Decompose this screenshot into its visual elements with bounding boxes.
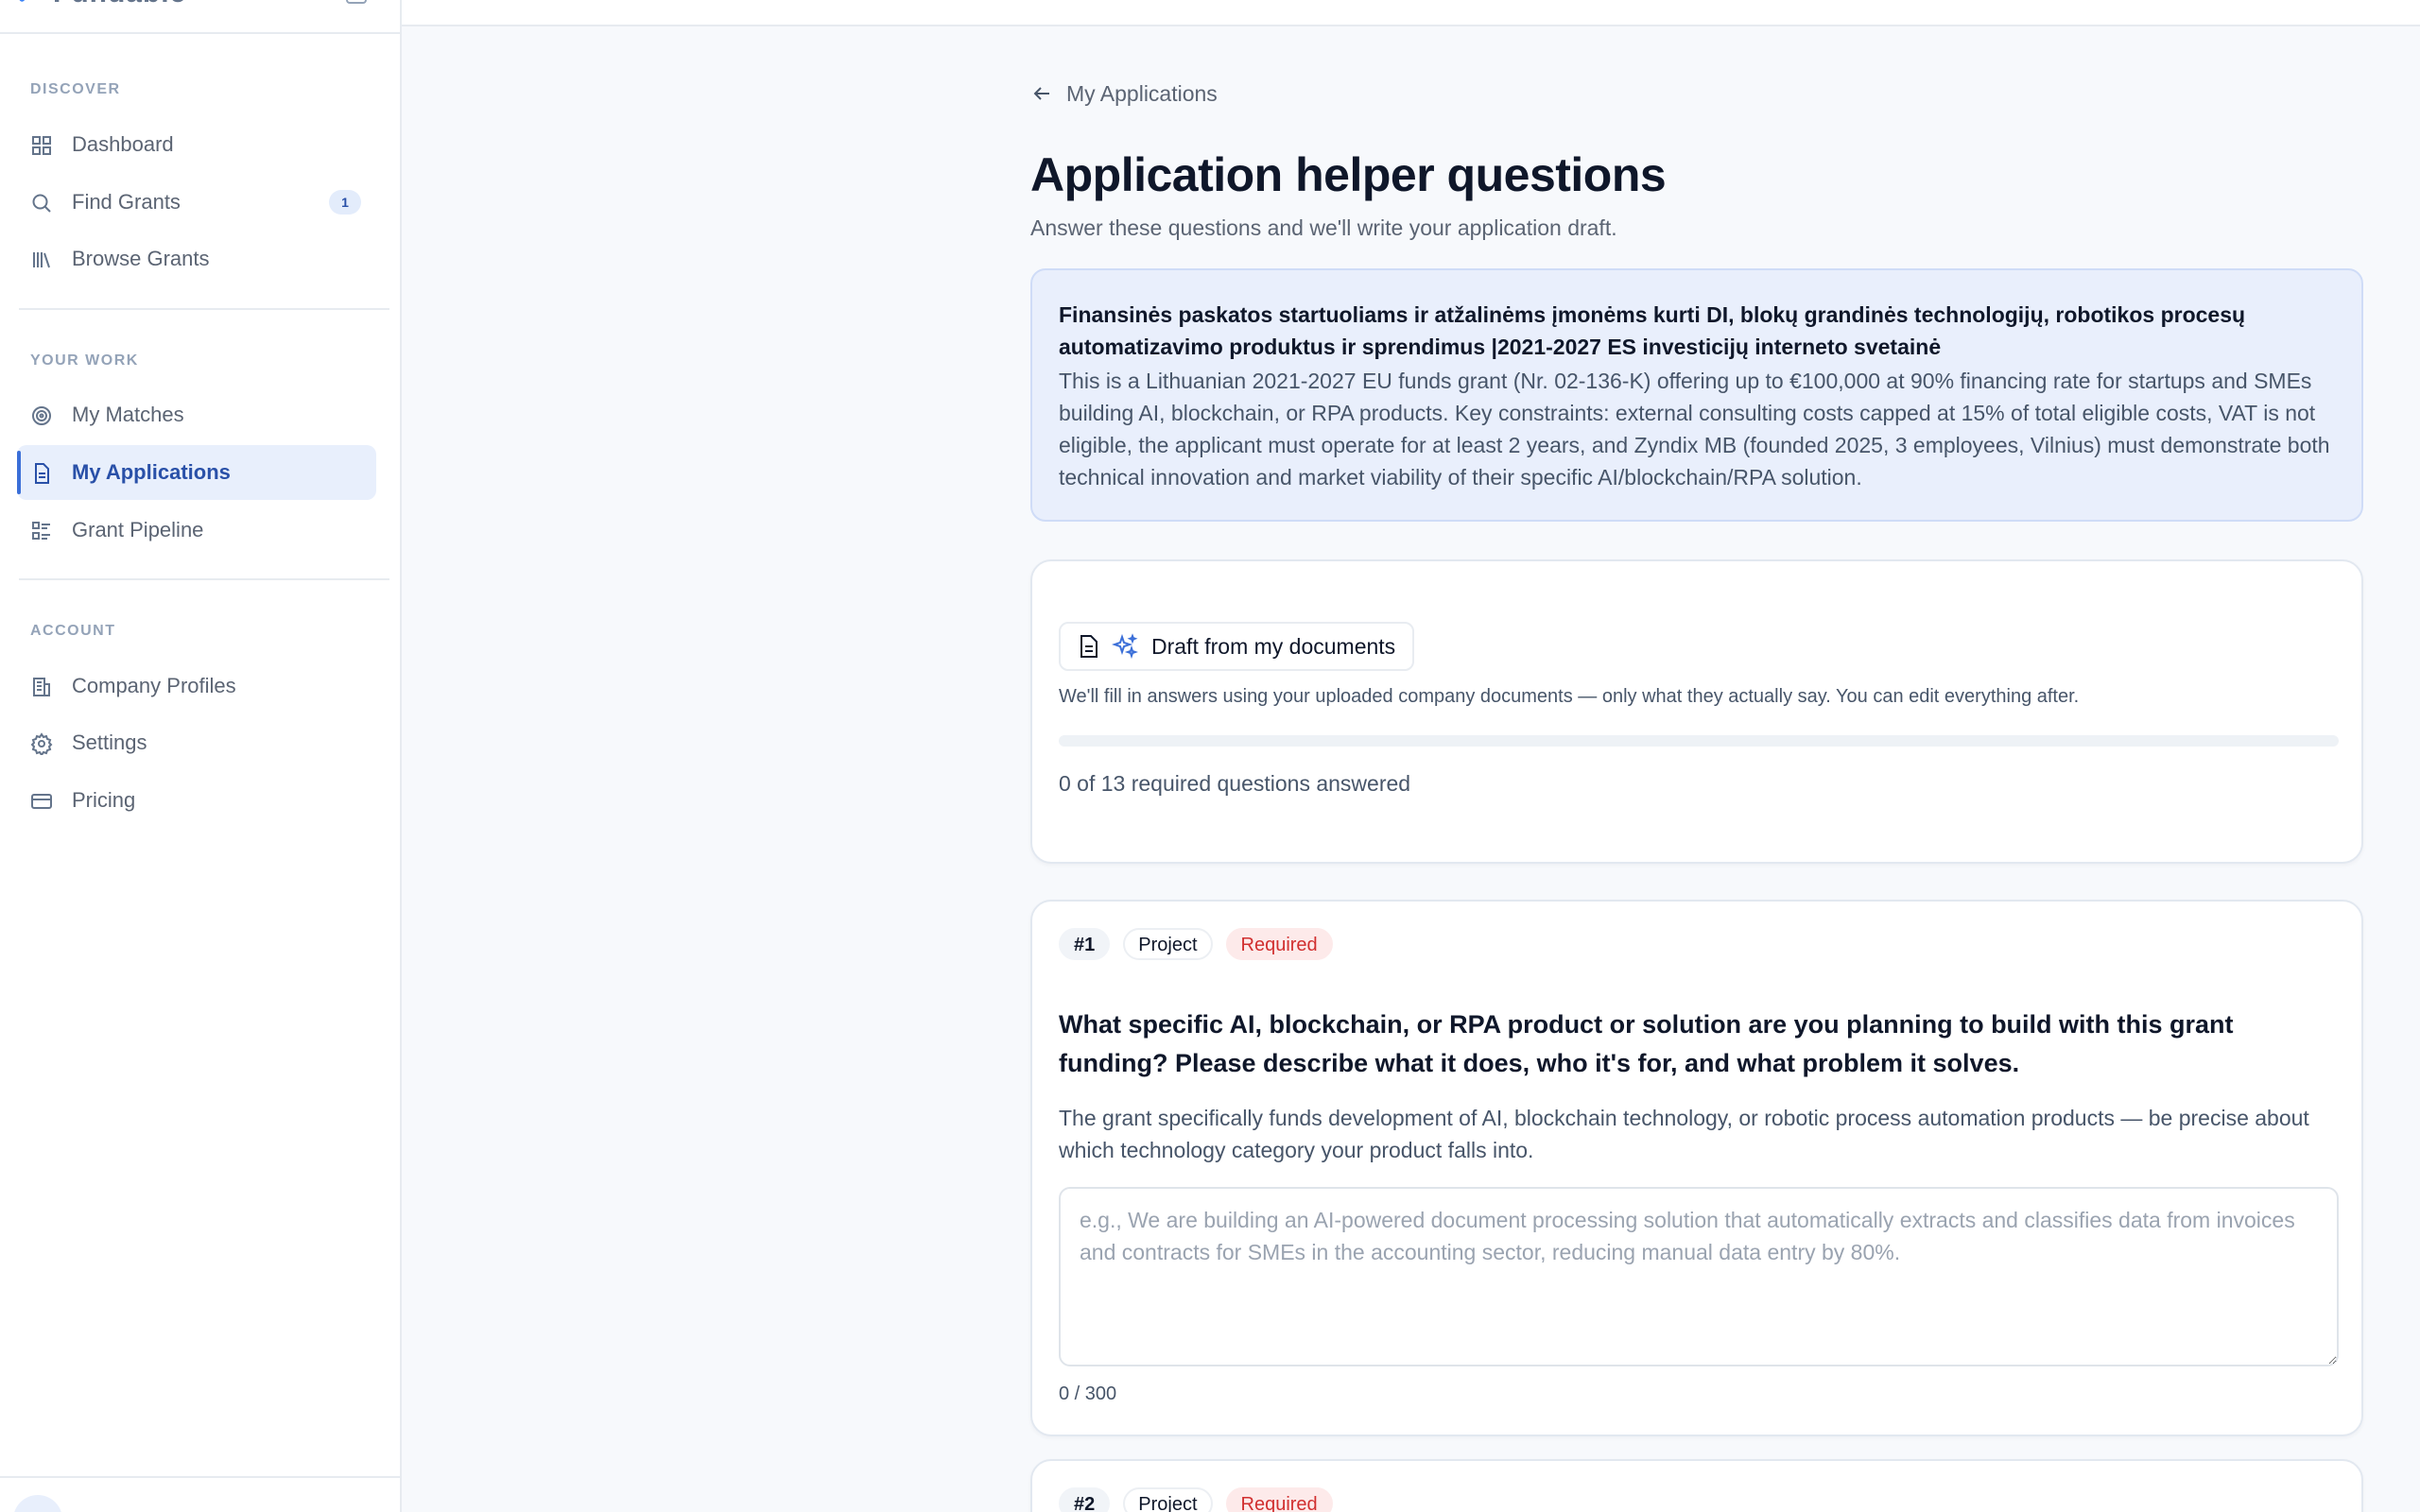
section-label-your-work: YOUR WORK — [30, 352, 139, 369]
sidebar-item-label: My Matches — [72, 403, 184, 426]
sidebar-item-label: Find Grants — [72, 190, 181, 214]
sidebar-divider — [19, 308, 389, 310]
sidebar-item-label: Settings — [72, 730, 147, 754]
sidebar-item-label: Company Profiles — [72, 674, 236, 697]
grant-description: This is a Lithuanian 2021-2027 EU funds … — [1059, 369, 2330, 490]
sidebar-item-find-grants[interactable]: Find Grants 1 — [17, 175, 376, 230]
building-icon — [33, 678, 50, 696]
search-icon — [32, 194, 51, 213]
sidebar-item-company-profiles[interactable]: Company Profiles — [17, 659, 376, 713]
page-title: Application helper questions — [1030, 148, 1667, 201]
card-icon — [31, 794, 52, 809]
progress-text: 0 of 13 required questions answered — [1059, 771, 1411, 796]
count-badge: 1 — [329, 190, 361, 215]
sidebar-item-settings[interactable]: Settings — [17, 715, 376, 770]
grant-summary: Finansinės paskatos startuoliams ir atža… — [1030, 268, 2363, 522]
avatar[interactable] — [13, 1495, 62, 1512]
top-bar — [402, 0, 2420, 26]
sidebar-item-pricing[interactable]: Pricing — [17, 773, 376, 828]
question-card: #1 Project Required What specific AI, bl… — [1030, 900, 2363, 1436]
list-icon — [32, 522, 50, 540]
sidebar: Fundable DISCOVER Dashboard Find Grants … — [0, 0, 402, 1512]
category-badge: Project — [1123, 1487, 1213, 1512]
sidebar-item-my-matches[interactable]: My Matches — [17, 387, 376, 442]
sidebar-item-label: My Applications — [72, 460, 231, 484]
sidebar-item-label: Browse Grants — [72, 247, 210, 270]
character-counter: 0 / 300 — [1059, 1383, 1117, 1404]
category-badge: Project — [1123, 928, 1213, 960]
draft-button-label: Draft from my documents — [1151, 633, 1396, 659]
question-tags: #2 Project Required — [1059, 1487, 1333, 1512]
back-link-label: My Applications — [1066, 80, 1218, 106]
progress-bar — [1059, 735, 2339, 747]
sidebar-item-grant-pipeline[interactable]: Grant Pipeline — [17, 503, 376, 558]
library-icon — [33, 252, 50, 268]
arrow-left-icon — [1033, 87, 1049, 100]
sidebar-divider — [19, 578, 389, 580]
sidebar-item-label: Grant Pipeline — [72, 518, 204, 541]
draft-from-documents-button[interactable]: Draft from my documents — [1059, 622, 1415, 671]
sidebar-toggle-icon[interactable] — [346, 0, 367, 4]
back-link[interactable]: My Applications — [1030, 79, 1218, 108]
sidebar-item-label: Pricing — [72, 788, 136, 812]
draft-note: We'll fill in answers using your uploade… — [1059, 686, 2080, 707]
sidebar-item-browse-grants[interactable]: Browse Grants — [17, 232, 376, 286]
document-icon — [35, 463, 49, 484]
section-label-account: ACCOUNT — [30, 623, 116, 639]
answer-textarea[interactable] — [1059, 1187, 2339, 1366]
question-number-badge: #2 — [1059, 1487, 1111, 1512]
required-badge: Required — [1225, 928, 1333, 960]
grid-icon — [32, 136, 51, 155]
question-title: What specific AI, blockchain, or RPA pro… — [1059, 1010, 2234, 1077]
brand-name: Fundable — [53, 0, 186, 9]
question-tags: #1 Project Required — [1059, 928, 1333, 960]
sparkles-icon — [1112, 633, 1138, 660]
sidebar-footer-divider — [0, 1476, 400, 1478]
question-card: #2 Project Required — [1030, 1459, 2363, 1512]
logo-icon — [18, 0, 29, 3]
sidebar-item-label: Dashboard — [72, 132, 174, 156]
question-number-badge: #1 — [1059, 928, 1111, 960]
draft-card: Draft from my documents We'll fill in an… — [1030, 559, 2363, 864]
target-icon — [32, 406, 51, 425]
question-help: The grant specifically funds development… — [1059, 1106, 2309, 1162]
gear-icon — [30, 732, 53, 755]
sidebar-item-my-applications[interactable]: My Applications — [17, 445, 376, 500]
page-subtitle: Answer these questions and we'll write y… — [1030, 215, 1617, 240]
required-badge: Required — [1225, 1487, 1333, 1512]
document-icon — [1080, 635, 1098, 658]
grant-title: Finansinės paskatos startuoliams ir atža… — [1059, 302, 2246, 359]
section-label-discover: DISCOVER — [30, 81, 121, 97]
brand-header: Fundable — [0, 0, 400, 34]
sidebar-item-dashboard[interactable]: Dashboard — [17, 117, 376, 172]
